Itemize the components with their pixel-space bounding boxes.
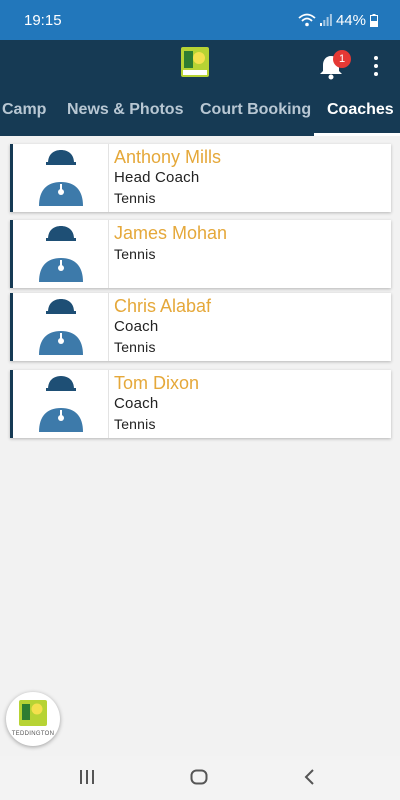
status-icons: 44% — [298, 12, 378, 29]
active-tab-indicator — [314, 133, 400, 136]
coach-name: Chris Alabaf — [114, 296, 212, 316]
coach-info: James Mohan Tennis — [114, 222, 227, 264]
club-logo-icon — [19, 700, 47, 726]
coach-role: Coach — [114, 395, 159, 412]
coach-name: Tom Dixon — [114, 373, 200, 393]
coach-avatar-icon — [39, 226, 83, 282]
status-bar: 19:15 44% — [0, 0, 400, 40]
notification-badge: 1 — [333, 50, 351, 68]
tab-bar: Camp News & Photos Court Booking Coaches — [0, 88, 400, 136]
back-icon[interactable] — [302, 768, 316, 786]
coach-sport: Tennis — [114, 190, 156, 206]
coach-sport: Tennis — [114, 416, 156, 432]
tab-news-photos[interactable]: News & Photos — [67, 88, 183, 136]
coach-role: Head Coach — [114, 169, 200, 186]
system-nav-bar — [0, 756, 400, 800]
coach-avatar — [13, 144, 109, 212]
tab-coaches[interactable]: Coaches — [327, 88, 394, 136]
coach-role: Coach — [114, 318, 159, 335]
tab-court-booking[interactable]: Court Booking — [200, 88, 311, 136]
battery-icon — [370, 13, 378, 27]
coach-sport: Tennis — [114, 246, 156, 262]
coach-avatar-icon — [39, 299, 83, 355]
battery-percent: 44% — [335, 11, 366, 29]
coach-name: James Mohan — [114, 223, 228, 243]
coach-avatar — [13, 370, 109, 438]
coach-avatar-icon — [39, 150, 83, 206]
coach-avatar-icon — [39, 376, 83, 432]
app-bar: 1 — [0, 40, 400, 88]
coach-card[interactable]: James Mohan Tennis — [10, 220, 391, 288]
coach-card[interactable]: Tom Dixon Coach Tennis — [10, 370, 391, 438]
coach-card[interactable]: Anthony Mills Head Coach Tennis — [10, 144, 391, 212]
tab-camp[interactable]: Camp — [2, 88, 46, 136]
club-logo[interactable] — [180, 46, 210, 78]
more-vertical-icon[interactable] — [366, 54, 386, 78]
coach-avatar — [13, 293, 109, 361]
coach-info: Anthony Mills Head Coach Tennis — [114, 146, 221, 208]
coach-info: Tom Dixon Coach Tennis — [114, 372, 199, 434]
coach-name: Anthony Mills — [114, 147, 222, 167]
home-icon[interactable] — [189, 768, 209, 786]
signal-icon — [319, 14, 332, 26]
coach-card[interactable]: Chris Alabaf Coach Tennis — [10, 293, 391, 361]
coach-info: Chris Alabaf Coach Tennis — [114, 295, 211, 357]
recent-apps-icon[interactable] — [78, 768, 96, 786]
status-time: 19:15 — [24, 11, 62, 29]
coach-sport: Tennis — [114, 339, 156, 355]
wifi-icon — [298, 13, 316, 27]
floating-club-logo[interactable]: TEDDINGTON — [6, 692, 60, 746]
floating-logo-text: TEDDINGTON — [11, 731, 55, 737]
coach-avatar — [13, 220, 109, 288]
